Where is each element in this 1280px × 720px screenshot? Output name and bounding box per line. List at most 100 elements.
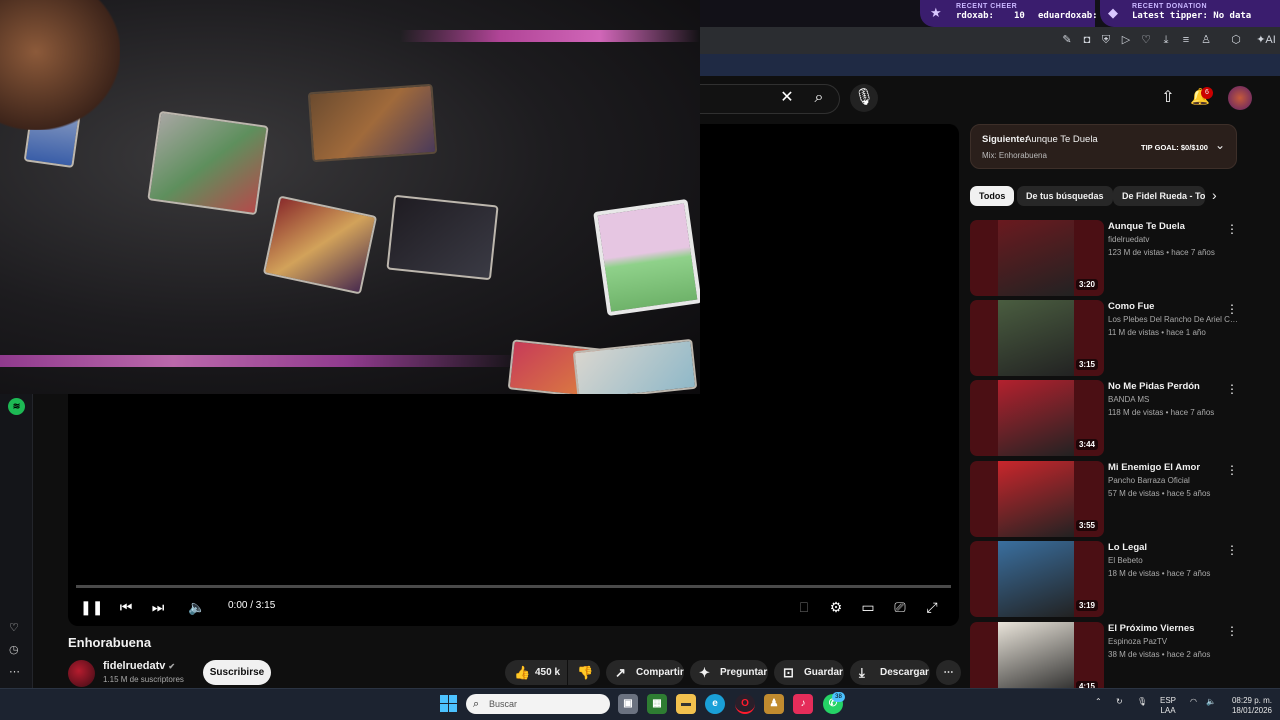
sync-icon[interactable]: ↻ [1116,697,1123,707]
chip-all[interactable]: Todos [970,186,1015,206]
download-button[interactable]: ⤓ Descargar [850,660,930,685]
ask-button[interactable]: ✦ Preguntar [690,660,768,685]
extension-icon[interactable]: ⬡ [1229,33,1243,47]
subscribe-button[interactable]: Suscribirse [203,660,271,685]
previous-icon[interactable]: ⏮ [117,597,135,617]
next-icon[interactable]: ⏭ [149,597,167,617]
play-icon[interactable]: ▷ [1119,33,1133,47]
duration-badge: 3:15 [1075,359,1098,370]
opera-icon[interactable]: O [735,694,755,714]
profile-icon[interactable]: ♙ [1199,33,1213,47]
recommendation-channel[interactable]: Espinoza PazTV [1108,637,1238,646]
recommendation-meta: 11 M de vistas • hace 1 año [1108,328,1206,337]
ai-icon[interactable]: ✦AI [1253,33,1279,47]
speaker-icon[interactable]: 🔈 [1206,697,1216,707]
microphone-icon[interactable]: 🎙 [1137,697,1147,707]
clock[interactable]: 08:29 p. m. 18/01/2026 [1222,696,1272,716]
more-options-icon[interactable]: ⋮ [1226,463,1238,477]
more-options-icon[interactable]: ⋮ [1226,624,1238,638]
more-actions-button[interactable]: ⋯ [936,660,961,685]
more-icon[interactable]: ⋯ [9,665,20,678]
app-icon[interactable]: ♟ [764,694,784,714]
recommendation-channel[interactable]: Los Plebes Del Rancho De Ariel Ca... [1108,315,1238,324]
recommendation-title[interactable]: El Próximo Viernes [1108,623,1194,634]
file-explorer-icon[interactable]: ▬ [676,694,696,714]
minecraft-icon[interactable]: ▦ [647,694,667,714]
clear-search-icon[interactable]: ✕ [773,84,801,112]
chevron-right-icon[interactable]: › [1212,187,1217,203]
video-thumbnail[interactable]: 3:19 [970,541,1104,617]
search-icon[interactable]: ⌕ [805,84,833,112]
volume-icon[interactable]: 🔈 [188,597,206,617]
history-icon[interactable]: ◷ [9,643,19,656]
voice-search-icon[interactable]: 🎙 [850,84,878,112]
taskbar-search-placeholder: Buscar [489,699,518,709]
like-button[interactable]: 👍 450 k [505,660,567,685]
recommendation-title[interactable]: Como Fue [1108,301,1154,312]
recommendation-item[interactable]: 3:19 Lo Legal El Bebeto 18 M de vistas • ha… [970,541,1240,617]
menu-icon[interactable]: ≡ [1179,33,1193,47]
recommendation-title[interactable]: Aunque Te Duela [1108,221,1185,232]
video-thumbnail[interactable]: 3:15 [970,300,1104,376]
captions-icon[interactable]: ⎕ [795,597,813,617]
more-options-icon[interactable]: ⋮ [1226,302,1238,316]
recommendation-meta: 118 M de vistas • hace 7 años [1108,408,1215,417]
wifi-icon[interactable]: ◠ [1190,697,1197,707]
chevron-up-icon[interactable]: ⌃ [1095,697,1102,707]
share-button[interactable]: ↗ Compartir [606,660,684,685]
video-thumbnail[interactable]: 3:20 [970,220,1104,296]
channel-name[interactable]: fidelruedatv ✔ [103,660,175,672]
browser-toolbar [700,27,1280,54]
chip-from-fidel[interactable]: De Fidel Rueda - To [1113,186,1205,206]
language-indicator[interactable]: ESP LAA [1160,696,1176,716]
miniplayer-icon[interactable]: ▭ [859,597,877,617]
more-options-icon[interactable]: ⋮ [1226,222,1238,236]
recommendation-item[interactable]: 3:20 Aunque Te Duela fidelruedatv 123 M de … [970,220,1240,296]
recommendation-title[interactable]: Lo Legal [1108,542,1147,553]
save-button[interactable]: ⊡ Guardar [774,660,844,685]
trading-card [593,198,700,317]
upload-icon[interactable]: ⇧ [1154,84,1182,112]
heart-icon[interactable]: ♡ [1139,33,1153,47]
avatar[interactable] [1228,86,1252,110]
video-thumbnail[interactable]: 3:44 [970,380,1104,456]
dislike-button[interactable]: 👎 [568,660,600,685]
tiktok-icon[interactable]: ♪ [793,694,813,714]
recommendation-meta: 123 M de vistas • hace 7 años [1108,248,1215,257]
task-view-icon[interactable]: ▣ [618,694,638,714]
recommendation-channel[interactable]: BANDA MS [1108,395,1238,404]
windows-start-icon[interactable] [440,695,457,712]
fullscreen-icon[interactable]: ⤢ [923,597,941,617]
recommendation-item[interactable]: 4:15 El Próximo Viernes Espinoza PazTV 38 M… [970,622,1240,698]
download-icon[interactable]: ⤓ [1159,33,1173,47]
more-options-icon[interactable]: ⋮ [1226,382,1238,396]
recommendation-title[interactable]: No Me Pidas Perdón [1108,381,1200,392]
favorites-icon[interactable]: ♡ [9,621,19,634]
recommendation-item[interactable]: 3:55 Mi Enemigo El Amor Pancho Barraza Ofi… [970,461,1240,537]
more-options-icon[interactable]: ⋮ [1226,543,1238,557]
thumbnail-art [998,461,1074,537]
recommendation-item[interactable]: 3:44 No Me Pidas Perdón BANDA MS 118 M de v… [970,380,1240,456]
pause-icon[interactable]: ❚❚ [80,597,103,617]
spotify-icon[interactable]: ≋ [8,398,25,415]
edit-icon[interactable]: ✎ [1060,33,1074,47]
recommendation-channel[interactable]: fidelruedatv [1108,235,1238,244]
video-thumbnail[interactable]: 4:15 [970,622,1104,698]
shield-icon[interactable]: ⛨ [1099,33,1113,47]
recommendation-channel[interactable]: Pancho Barraza Oficial [1108,476,1238,485]
recommendation-item[interactable]: 3:15 Como Fue Los Plebes Del Rancho De Ari… [970,300,1240,376]
channel-avatar[interactable] [68,660,95,687]
taskbar-search[interactable]: ⌕ Buscar [466,694,610,714]
chip-searches[interactable]: De tus búsquedas [1017,186,1113,206]
up-next-panel[interactable]: Siguiente: Aunque Te Duela Mix: Enhorabu… [970,124,1237,169]
recent-cheer-user2: eduardoxab: [1038,11,1098,21]
chevron-down-icon[interactable]: ⌄ [1215,138,1225,152]
edge-icon[interactable]: e [705,694,725,714]
recommendation-channel[interactable]: El Bebeto [1108,556,1238,565]
recommendation-title[interactable]: Mi Enemigo El Amor [1108,462,1200,473]
video-thumbnail[interactable]: 3:55 [970,461,1104,537]
settings-icon[interactable]: ⚙ [827,597,845,617]
progress-bar[interactable] [76,585,951,588]
cast-icon[interactable]: ⎚ [891,597,909,617]
camera-icon[interactable]: ◘ [1080,33,1094,47]
